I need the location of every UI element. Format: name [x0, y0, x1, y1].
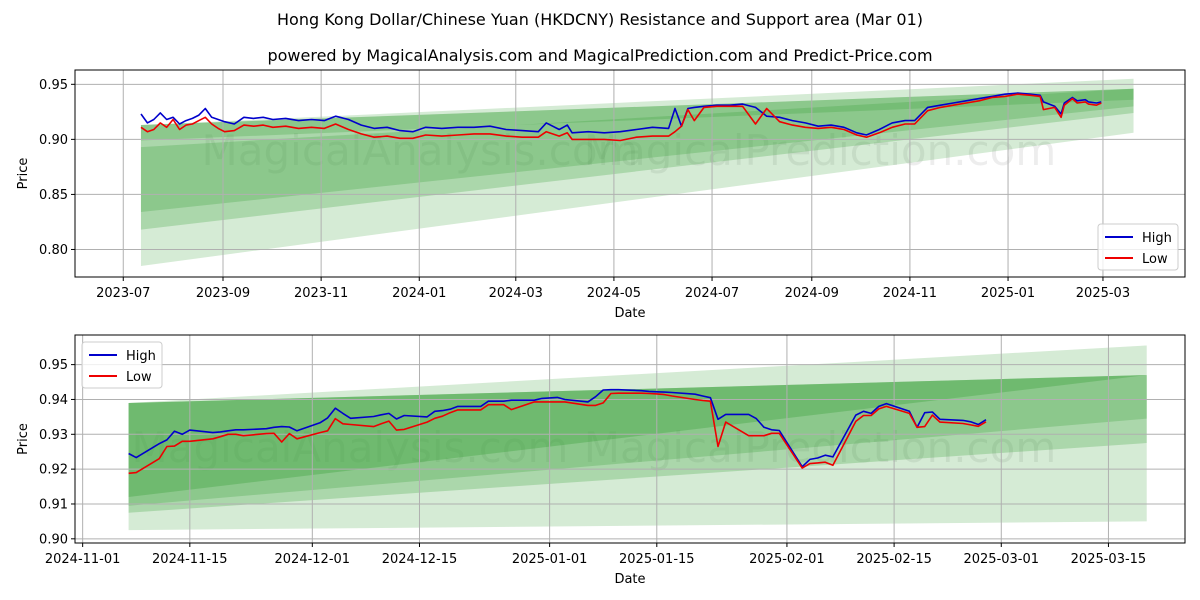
- y-tick-label: 0.93: [39, 428, 68, 443]
- top-chart: MagicalAnalysis.com MagicalPrediction.co…: [16, 69, 1186, 321]
- legend-label-high: High: [1142, 231, 1172, 246]
- bottom-chart: MagicalAnalysis.com MagicalPrediction.co…: [16, 334, 1186, 587]
- y-tick-label: 0.94: [39, 393, 68, 408]
- x-tick-label: 2024-01: [392, 286, 446, 301]
- y-axis-label: Price: [16, 423, 31, 455]
- x-tick-label: 2024-11-01: [45, 552, 121, 567]
- legend: High Low: [81, 341, 163, 389]
- x-tick-label: 2024-07: [685, 286, 739, 301]
- y-axis-label: Price: [16, 158, 31, 190]
- y-tick-label: 0.95: [39, 78, 68, 93]
- x-tick-label: 2024-12-15: [382, 552, 458, 567]
- x-tick-label: 2023-11: [294, 286, 348, 301]
- y-tick-label: 0.91: [39, 497, 68, 512]
- x-tick-label: 2024-09: [785, 286, 839, 301]
- y-tick-label: 0.90: [39, 532, 68, 547]
- charts-canvas: MagicalAnalysis.com MagicalPrediction.co…: [16, 69, 1186, 587]
- x-tick-label: 2025-01: [981, 286, 1035, 301]
- y-tick-label: 0.80: [39, 243, 68, 258]
- x-tick-label: 2024-03: [489, 286, 543, 301]
- y-tick-label: 0.92: [39, 463, 68, 478]
- x-tick-label: 2024-12-01: [275, 552, 351, 567]
- x-tick-label: 2024-05: [587, 286, 641, 301]
- x-tick-label: 2025-03-15: [1071, 552, 1147, 567]
- y-tick-label: 0.95: [39, 358, 68, 373]
- legend-label-high: High: [126, 349, 156, 364]
- support-resistance-bands: [128, 345, 1147, 531]
- x-tick-label: 2025-01-01: [512, 552, 588, 567]
- x-tick-label: 2023-07: [96, 286, 150, 301]
- x-tick-label: 2024-11: [883, 286, 937, 301]
- legend: High Low: [1097, 223, 1179, 271]
- x-tick-label: 2025-02-15: [856, 552, 932, 567]
- x-tick-label: 2025-03: [1076, 286, 1130, 301]
- y-tick-label: 0.85: [39, 188, 68, 203]
- x-tick-label: 2025-02-01: [749, 552, 825, 567]
- x-axis-label: Date: [614, 306, 645, 321]
- legend-label-low: Low: [126, 370, 152, 385]
- x-tick-label: 2024-11-15: [152, 552, 228, 567]
- legend-label-low: Low: [1142, 252, 1168, 267]
- x-tick-label: 2023-09: [196, 286, 250, 301]
- x-axis-label: Date: [614, 572, 645, 587]
- x-tick-label: 2025-03-01: [963, 552, 1039, 567]
- x-tick-label: 2025-01-15: [619, 552, 695, 567]
- y-tick-label: 0.90: [39, 133, 68, 148]
